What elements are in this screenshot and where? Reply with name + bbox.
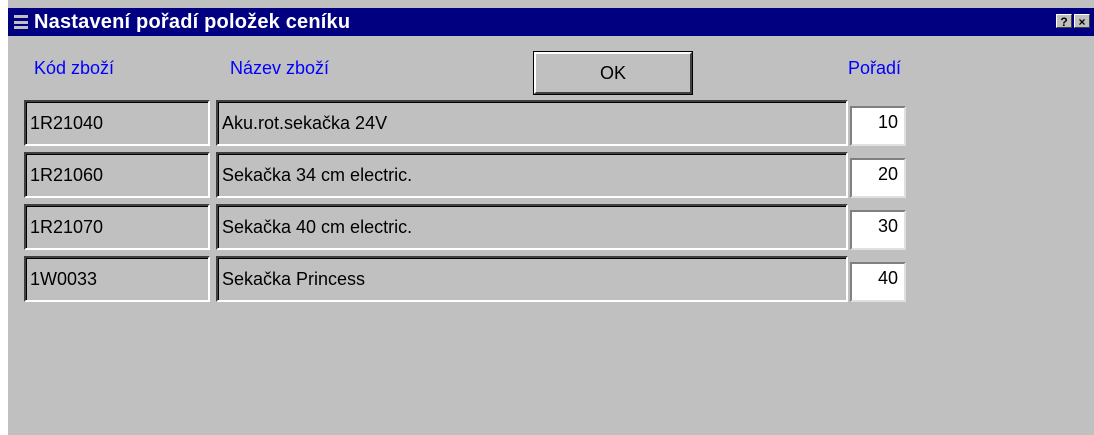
item-code-field[interactable]: 1R21070 xyxy=(24,204,210,250)
close-button[interactable]: × xyxy=(1074,14,1090,29)
help-button[interactable]: ? xyxy=(1056,14,1072,29)
item-name-field[interactable]: Aku.rot.sekačka 24V xyxy=(216,100,848,146)
item-order-input[interactable]: 10 xyxy=(850,106,906,146)
item-code-field[interactable]: 1R21040 xyxy=(24,100,210,146)
code-column-label: Kód zboží xyxy=(34,58,115,78)
ok-button[interactable]: OK xyxy=(533,51,693,95)
dialog-window: Nastavení pořadí položek ceníku ? × Kód … xyxy=(0,0,1094,435)
form-icon xyxy=(14,15,28,29)
order-column-label: Pořadí xyxy=(848,58,902,78)
item-order-input[interactable]: 30 xyxy=(850,210,906,250)
window-title: Nastavení pořadí položek ceníku xyxy=(34,10,351,33)
item-code-field[interactable]: 1W0033 xyxy=(24,256,210,302)
item-name-field[interactable]: Sekačka 40 cm electric. xyxy=(216,204,848,250)
item-code-field[interactable]: 1R21060 xyxy=(24,152,210,198)
item-name-field[interactable]: Sekačka 34 cm electric. xyxy=(216,152,848,198)
item-order-input[interactable]: 20 xyxy=(850,158,906,198)
name-column-label: Název zboží xyxy=(230,58,330,78)
title-bar[interactable]: Nastavení pořadí položek ceníku ? × xyxy=(8,8,1094,36)
item-order-input[interactable]: 40 xyxy=(850,262,906,302)
item-name-field[interactable]: Sekačka Princess xyxy=(216,256,848,302)
